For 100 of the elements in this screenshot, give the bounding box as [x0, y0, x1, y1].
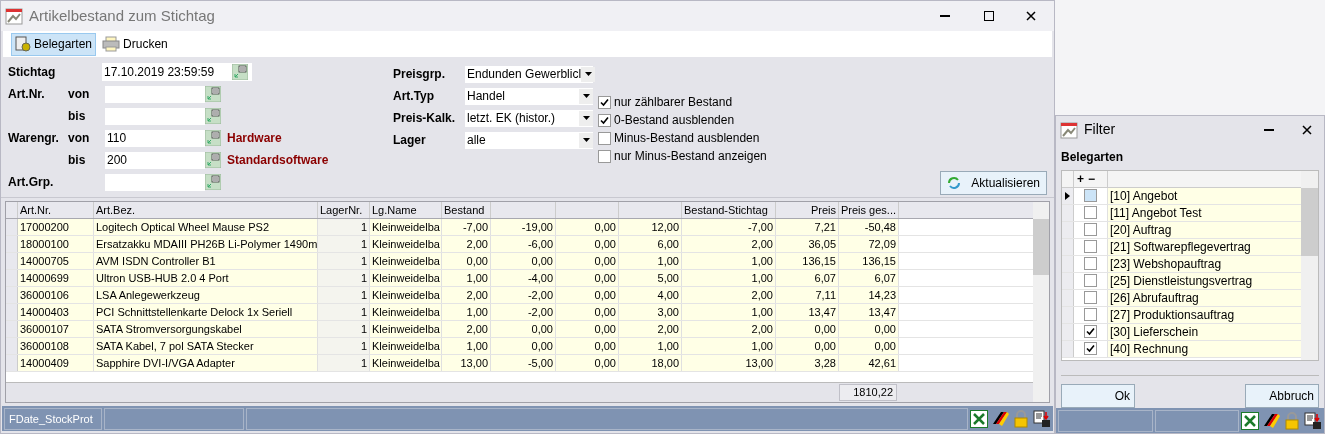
checkbox[interactable]	[598, 149, 611, 163]
checkbox[interactable]	[1084, 257, 1097, 271]
table-cell: SATA Kabel, 7 pol SATA Stecker	[94, 338, 318, 354]
table-cell: 7,11	[776, 287, 839, 303]
section-heading: Belegarten	[1060, 148, 1125, 166]
table-cell: 1	[318, 253, 370, 269]
table-cell: 2,00	[682, 236, 776, 252]
column-header[interactable]: LagerNr.	[318, 202, 370, 218]
table-cell: 1,00	[619, 338, 682, 354]
field-label: Warengr.	[8, 131, 59, 145]
lookup-icon[interactable]	[205, 174, 221, 190]
save-icon[interactable]	[1304, 411, 1322, 430]
minimize-icon[interactable]	[1264, 128, 1274, 131]
lookup-icon[interactable]	[232, 64, 248, 80]
spreadsheet-icon[interactable]	[970, 409, 988, 428]
checkbox-label: 0-Bestand ausblenden	[614, 112, 735, 129]
document-gear-icon	[15, 36, 31, 52]
column-header[interactable]: Bestand	[442, 202, 491, 218]
checkbox[interactable]	[1084, 342, 1097, 356]
table-cell: -2,00	[491, 304, 556, 320]
checkbox[interactable]	[598, 95, 611, 109]
dropdown[interactable]: Endunden Gewerblicl	[465, 65, 593, 83]
table-cell: 42,61	[839, 355, 899, 371]
column-header[interactable]: Preis	[776, 202, 839, 218]
table-cell: 13,47	[839, 304, 899, 320]
table-cell: 3,00	[619, 304, 682, 320]
group-name: Standardsoftware	[227, 152, 329, 169]
table-cell: Kleinweidelba	[370, 355, 442, 371]
input-field[interactable]: 200	[105, 151, 205, 169]
table-cell: Ultron USB-HUB 2.0 4 Port	[94, 270, 318, 286]
table-cell: 136,15	[839, 253, 899, 269]
field-label: von	[68, 87, 90, 101]
dialog-button[interactable]: Abbruch	[1245, 384, 1319, 409]
table-cell: -6,00	[491, 236, 556, 252]
toolbar-button[interactable]: Belegarten	[11, 32, 97, 56]
checkbox-label: nur zählbarer Bestand	[614, 94, 733, 111]
checkbox[interactable]	[1084, 189, 1097, 203]
checkbox[interactable]	[1084, 240, 1097, 254]
checkbox[interactable]	[598, 131, 611, 145]
scrollbar[interactable]	[1301, 170, 1318, 361]
input-field[interactable]	[105, 85, 205, 103]
refresh-button[interactable]: Aktualisieren	[940, 171, 1047, 195]
spreadsheet-icon[interactable]	[1241, 411, 1259, 430]
checkbox[interactable]	[1084, 325, 1097, 339]
dropdown[interactable]: alle	[465, 131, 593, 149]
table-cell: 0,00	[556, 287, 619, 303]
table-cell: 0,00	[776, 321, 839, 337]
save-icon[interactable]	[1033, 409, 1051, 428]
app-icon	[5, 7, 23, 25]
checkbox[interactable]	[1084, 223, 1097, 237]
date-field[interactable]: 17.10.2019 23:59:59	[102, 63, 252, 81]
table-cell: 14000705	[18, 253, 94, 269]
table-cell: -5,00	[491, 355, 556, 371]
lookup-icon[interactable]	[205, 86, 221, 102]
input-field[interactable]	[105, 107, 205, 125]
flag-icon[interactable]	[991, 409, 1009, 428]
table-cell: 2,00	[619, 321, 682, 337]
maximize-icon[interactable]	[984, 11, 994, 21]
column-header[interactable]: Preis ges...	[839, 202, 899, 218]
table-cell: 1,00	[682, 304, 776, 320]
field-label: bis	[68, 109, 86, 123]
check-all-button[interactable]: +	[1077, 170, 1084, 188]
lookup-icon[interactable]	[205, 130, 221, 146]
flag-icon[interactable]	[1262, 411, 1280, 430]
column-header[interactable]: Art.Bez.	[94, 202, 318, 218]
table-cell: 2,00	[682, 321, 776, 337]
field-label: Art.Grp.	[8, 175, 54, 189]
table-cell: 1,00	[682, 270, 776, 286]
total-value: 1810,22	[839, 384, 897, 401]
table-cell: Kleinweidelba	[370, 236, 442, 252]
dropdown[interactable]: letzt. EK (histor.)	[465, 109, 593, 127]
column-header[interactable]: Art.Nr.	[18, 202, 94, 218]
toolbar-button[interactable]: Drucken	[98, 32, 172, 56]
checkbox[interactable]	[598, 113, 611, 127]
checkbox[interactable]	[1084, 274, 1097, 288]
close-icon[interactable]	[1302, 124, 1312, 135]
field-label: Art.Nr.	[8, 87, 45, 101]
lookup-icon[interactable]	[205, 108, 221, 124]
checkbox[interactable]	[1084, 206, 1097, 220]
field-label: Preis-Kalk.	[393, 110, 457, 127]
table-cell: 0,00	[556, 219, 619, 235]
dropdown[interactable]: Handel	[465, 87, 593, 105]
table-cell: 36000108	[18, 338, 94, 354]
uncheck-all-button[interactable]: −	[1088, 170, 1096, 188]
checkbox[interactable]	[1084, 291, 1097, 305]
input-field[interactable]	[105, 173, 205, 191]
input-field[interactable]: 110	[105, 129, 205, 147]
checkbox[interactable]	[1084, 308, 1097, 322]
table-cell: 0,00	[556, 321, 619, 337]
table-cell: Kleinweidelba	[370, 219, 442, 235]
row-pointer-icon	[1065, 191, 1070, 200]
table-cell: 1	[318, 219, 370, 235]
close-icon[interactable]	[1026, 11, 1036, 21]
table-cell: 1,00	[619, 253, 682, 269]
scrollbar[interactable]	[1033, 202, 1049, 402]
column-header[interactable]: Lg.Name	[370, 202, 442, 218]
lookup-icon[interactable]	[205, 152, 221, 168]
column-header[interactable]: Bestand-Stichtag	[682, 202, 776, 218]
table-cell: 0,00	[491, 338, 556, 354]
dialog-button[interactable]: Ok	[1061, 384, 1135, 409]
